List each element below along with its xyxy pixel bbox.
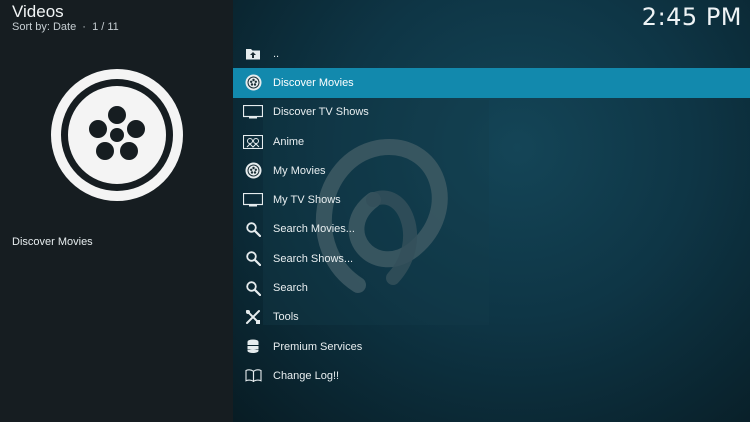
sort-indicator[interactable]: Sort by: Date · 1 / 11 [12,21,119,33]
selected-item-label: Discover Movies [12,236,93,248]
film-reel-icon [233,74,273,91]
folder-up-icon [233,47,273,60]
menu-item-label: My TV Shows [273,194,341,207]
anime-icon [233,134,273,149]
menu-item-label: Anime [273,135,305,148]
menu-item-parent-folder[interactable]: .. [233,39,750,68]
menu-item-label: Search Shows... [273,252,354,265]
info-panel: Videos Sort by: Date · 1 / 11 Discover M… [0,0,233,422]
book-icon [233,369,273,383]
menu-item-discover-movies[interactable]: Discover Movies [233,68,750,98]
film-reel-icon [233,162,273,179]
menu-item-label: .. [273,47,280,60]
search-icon [233,222,273,237]
menu-item-my-tv-shows[interactable]: My TV Shows [233,185,750,214]
menu-item-discover-tv-shows[interactable]: Discover TV Shows [233,98,750,127]
menu-item-premium-services[interactable]: Premium Services [233,332,750,361]
menu-item-label: Premium Services [273,340,363,353]
menu-item-label: Discover Movies [273,76,354,89]
menu-item-label: Change Log!! [273,369,340,382]
menu-item-tools[interactable]: Tools [233,303,750,332]
menu-item-label: Tools [273,311,299,324]
menu-item-search[interactable]: Search [233,273,750,302]
window-title: Videos [12,2,64,21]
menu-item-search-shows[interactable]: Search Shows... [233,244,750,273]
clock: 2:45 PM [641,3,742,31]
menu-item-label: My Movies [273,164,326,177]
search-icon [233,280,273,296]
menu-item-search-movies[interactable]: Search Movies... [233,215,750,244]
menu-item-label: Search Movies... [273,223,355,236]
tv-icon [233,193,273,207]
menu-item-change-log[interactable]: Change Log!! [233,361,750,390]
menu-item-anime[interactable]: Anime [233,127,750,156]
main-menu-list: .. Discover Movies Discover TV Shows Anime M… [233,39,750,391]
film-reel-icon [50,68,184,202]
tools-icon [233,309,273,325]
menu-item-my-movies[interactable]: My Movies [233,156,750,185]
tv-icon [233,105,273,119]
search-icon [233,251,273,267]
menu-item-label: Search [273,282,308,295]
database-icon [233,339,273,354]
menu-item-label: Discover TV Shows [273,106,369,119]
